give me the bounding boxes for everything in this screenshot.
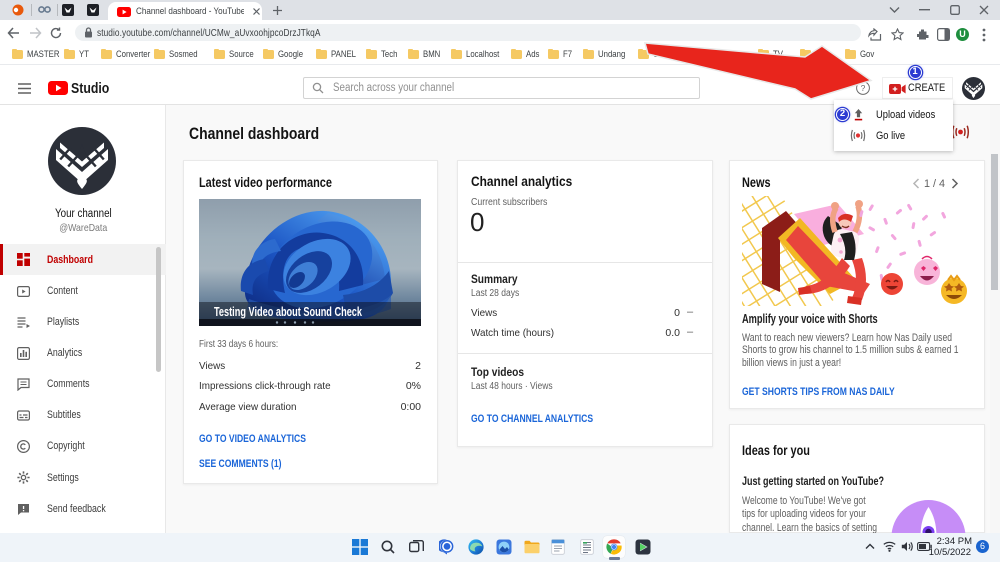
svg-text:?: ?: [861, 83, 866, 93]
svg-text:Testing Video about Sound Chec: Testing Video about Sound Check: [214, 305, 362, 319]
